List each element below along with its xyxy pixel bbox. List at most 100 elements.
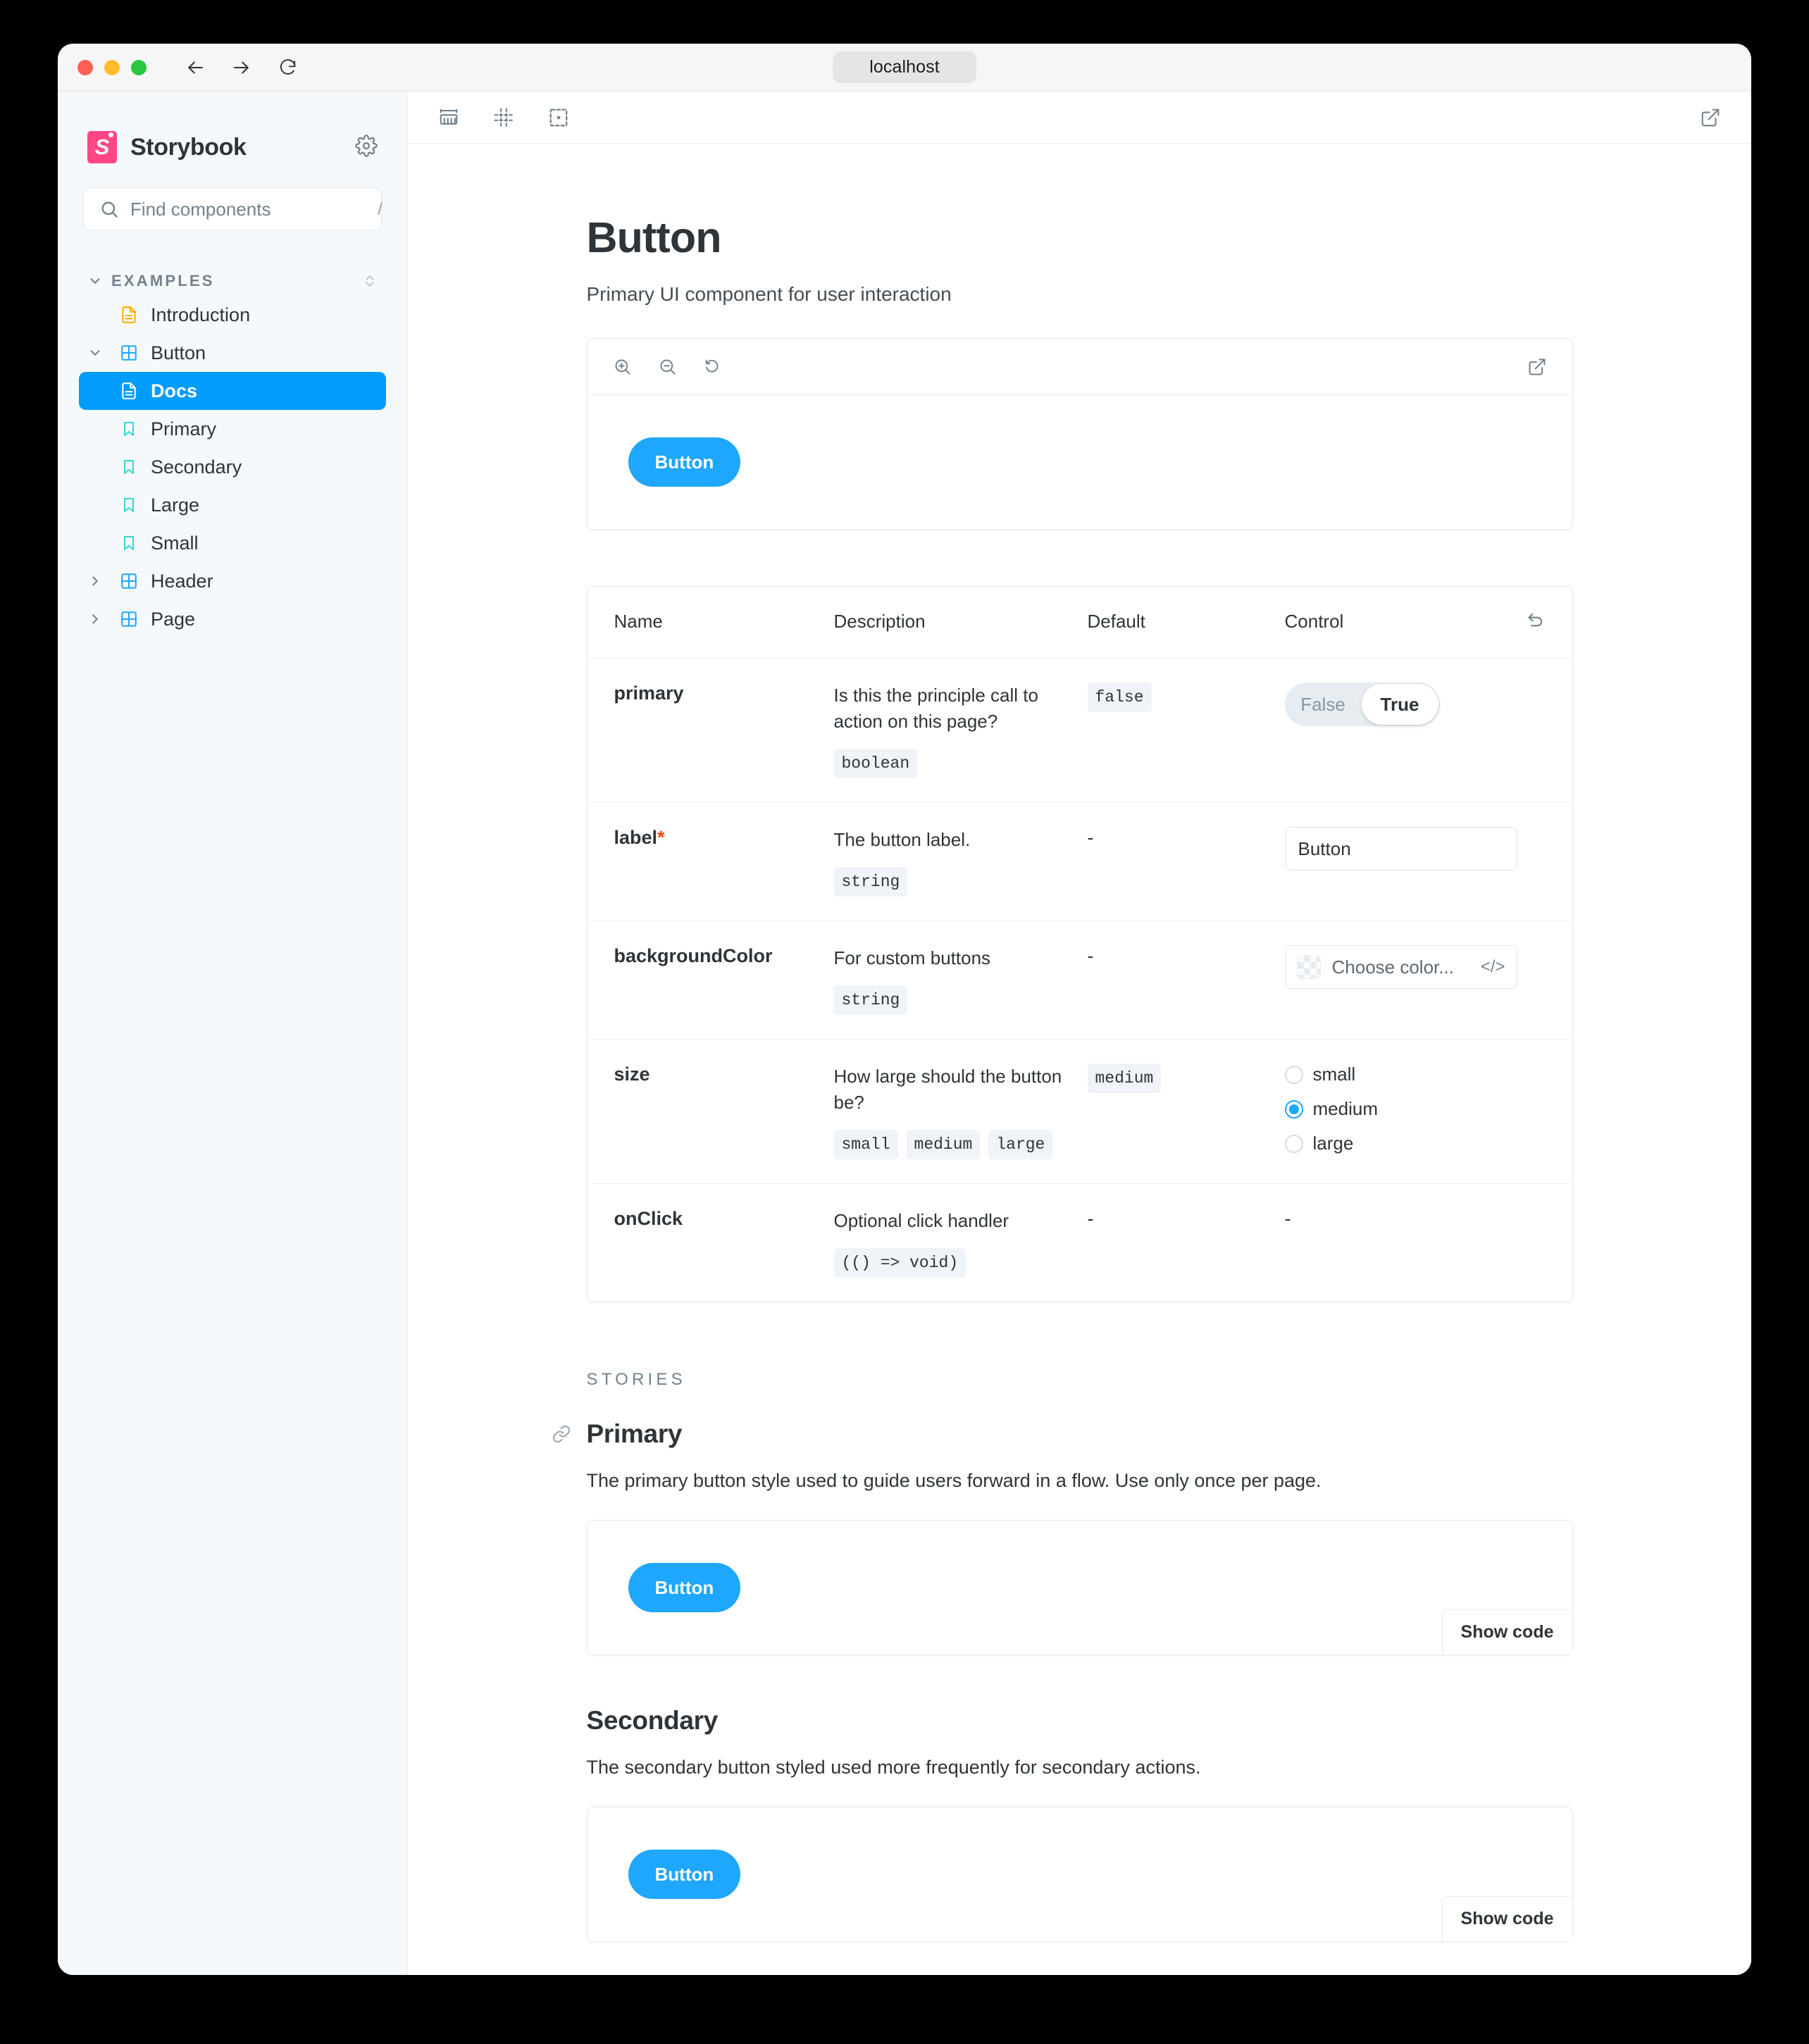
open-in-new-tab-icon[interactable] [1693,101,1727,135]
show-code-button[interactable]: Show code [1441,1609,1572,1655]
outline-icon[interactable] [542,101,576,135]
preview-toolbar [587,339,1572,395]
color-picker-control[interactable]: Choose color... </> [1284,945,1517,990]
args-table-header-row: Name Description Default Control [587,587,1572,659]
brand[interactable]: S Storybook [87,131,247,163]
minimize-window-button[interactable] [104,59,120,75]
table-row: onClick Optional click handler (() => vo… [587,1183,1572,1302]
page-subtitle: Primary UI component for user interactio… [586,283,952,305]
search-shortcut-hint: / [378,199,383,219]
maximize-window-button[interactable] [131,59,147,75]
radio-circle-selected-icon [1284,1099,1303,1118]
sidebar-item-label: Small [151,532,199,554]
reset-controls-button[interactable] [1508,587,1572,659]
story-bookmark-icon [117,420,141,437]
logo-letter: S [94,135,110,159]
link-anchor-icon[interactable] [549,1424,574,1444]
browser-window: localhost S Storybook / [58,44,1751,1975]
ruler-measure-icon[interactable] [432,101,466,135]
show-code-button[interactable]: Show code [1441,1896,1572,1942]
zoom-out-icon[interactable] [652,351,683,382]
toggle-true-option[interactable]: True [1361,684,1438,725]
code-toggle-icon[interactable]: </> [1481,957,1505,977]
arg-type-chip: (() => void) [833,1248,966,1278]
expand-collapse-icon[interactable] [362,273,378,289]
arg-type-chip: string [833,985,908,1016]
story-button[interactable]: Button [628,1850,741,1900]
chevron-right-icon[interactable] [83,573,107,589]
radio-circle-icon [1284,1065,1303,1084]
sidebar-item-large[interactable]: Large [83,486,382,524]
search-input[interactable] [130,198,366,220]
preview-button[interactable]: Button [628,437,741,487]
sidebar-item-page[interactable]: Page [83,600,382,638]
sidebar-item-header[interactable]: Header [83,562,382,600]
column-header-default: Default [1087,587,1285,659]
label-text-control[interactable] [1284,827,1517,871]
open-in-new-tab-icon[interactable] [1522,351,1553,382]
arg-type-chip: small [833,1130,898,1160]
args-table: Name Description Default Control primary… [586,586,1573,1303]
reload-icon[interactable] [278,57,298,77]
storybook-logo-icon: S [87,131,117,163]
component-icon [117,610,141,628]
arg-name: size [614,1064,650,1085]
arg-description: Optional click handler [833,1210,1009,1232]
sidebar-item-label: Button [151,342,206,363]
chevron-right-icon[interactable] [83,611,107,627]
sidebar-item-label: Header [151,570,213,592]
radio-option-medium[interactable]: medium [1284,1098,1558,1120]
tree-group-examples[interactable]: EXAMPLES [83,266,382,296]
window-controls [77,59,147,75]
sidebar-item-label: Large [151,494,200,516]
gear-icon[interactable] [355,134,378,161]
component-icon [117,344,141,362]
radio-option-large[interactable]: large [1284,1133,1558,1154]
arg-type-chip: string [833,866,908,897]
radio-option-small[interactable]: small [1284,1064,1558,1085]
search-box[interactable]: / [83,187,383,231]
column-header-name: Name [587,587,834,659]
radio-label: large [1312,1133,1354,1154]
url-bar[interactable]: localhost [833,51,976,84]
docs-icon [117,382,141,400]
tree-group-label: EXAMPLES [111,272,215,289]
color-placeholder-text: Choose color... [1331,956,1454,978]
preview-stage: Button [588,395,1572,529]
zoom-reset-icon[interactable] [697,351,728,382]
close-window-button[interactable] [77,59,93,75]
reset-undo-icon [1526,609,1546,629]
sidebar-item-secondary[interactable]: Secondary [83,448,382,486]
main-panel: Button Primary UI component for user int… [408,92,1751,1975]
chevron-down-icon[interactable] [83,345,107,361]
toggle-false-option[interactable]: False [1285,683,1362,726]
sidebar-item-primary[interactable]: Primary [83,410,382,448]
boolean-toggle-control[interactable]: False True [1284,683,1440,726]
sidebar-item-button[interactable]: Button [83,334,382,372]
story-title: Secondary [586,1706,719,1735]
arg-name: primary [614,683,684,704]
browser-nav-buttons [185,57,298,78]
arg-name: backgroundColor [614,945,773,967]
story-button[interactable]: Button [628,1563,741,1613]
component-icon [117,572,141,590]
table-row: size How large should the button be? sma… [587,1039,1572,1184]
sidebar-item-small[interactable]: Small [83,524,382,562]
story-preview-box: Button Show code [586,1520,1573,1656]
arg-description: For custom buttons [833,947,991,969]
sidebar-item-docs[interactable]: Docs [79,372,386,410]
back-icon[interactable] [185,57,206,78]
zoom-in-icon[interactable] [607,351,638,382]
sidebar: S Storybook / [58,92,408,1975]
stories-section-label: STORIES [586,1370,686,1390]
arg-default: - [1087,827,1094,848]
forward-icon[interactable] [231,57,252,78]
document-icon [117,306,141,324]
sidebar-item-introduction[interactable]: Introduction [83,296,382,334]
grid-icon[interactable] [487,101,521,135]
arg-description: Is this the principle call to action on … [833,685,1038,732]
browser-titlebar: localhost [58,44,1751,92]
arg-default: - [1087,1208,1094,1230]
sidebar-item-label: Primary [151,418,216,440]
arg-default: - [1087,945,1094,967]
